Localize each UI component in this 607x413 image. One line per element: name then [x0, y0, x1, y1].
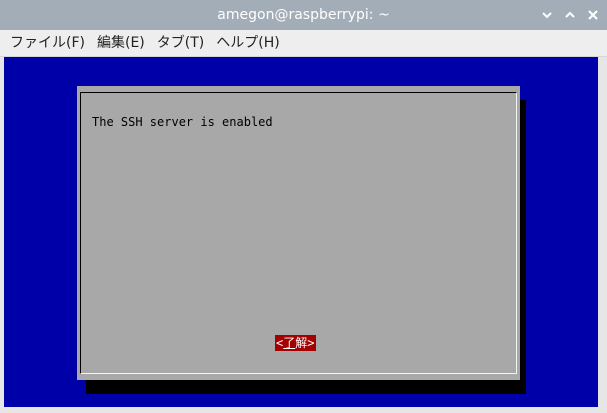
window-title: amegon@raspberrypi: ~	[217, 7, 390, 23]
minimize-button[interactable]	[537, 5, 557, 25]
message-dialog: The SSH server is enabled <了解>	[77, 86, 520, 380]
menu-tabs[interactable]: タブ(T)	[153, 31, 208, 55]
menu-help[interactable]: ヘルプ(H)	[212, 31, 283, 55]
menu-bar: ファイル(F) 編集(E) タブ(T) ヘルプ(H)	[0, 30, 607, 57]
dialog-message: The SSH server is enabled	[92, 115, 273, 129]
menu-file[interactable]: ファイル(F)	[6, 31, 89, 55]
title-bar[interactable]: amegon@raspberrypi: ~	[0, 0, 607, 30]
ok-button-right-bracket: >	[307, 336, 315, 350]
close-icon	[588, 10, 598, 20]
chevron-down-icon	[542, 12, 552, 19]
ok-button-label: 解	[295, 336, 308, 350]
dialog-border	[80, 92, 517, 374]
chevron-up-icon	[565, 11, 575, 18]
ok-button[interactable]: <了解>	[275, 335, 316, 351]
terminal-scrollbar[interactable]	[598, 57, 607, 413]
ok-button-hotkey: 了	[283, 336, 296, 350]
close-button[interactable]	[583, 5, 603, 25]
terminal-window: amegon@raspberrypi: ~ ファイル(F) 編集(E) タブ(T…	[0, 0, 607, 413]
menu-edit[interactable]: 編集(E)	[93, 31, 149, 55]
maximize-button[interactable]	[560, 5, 580, 25]
